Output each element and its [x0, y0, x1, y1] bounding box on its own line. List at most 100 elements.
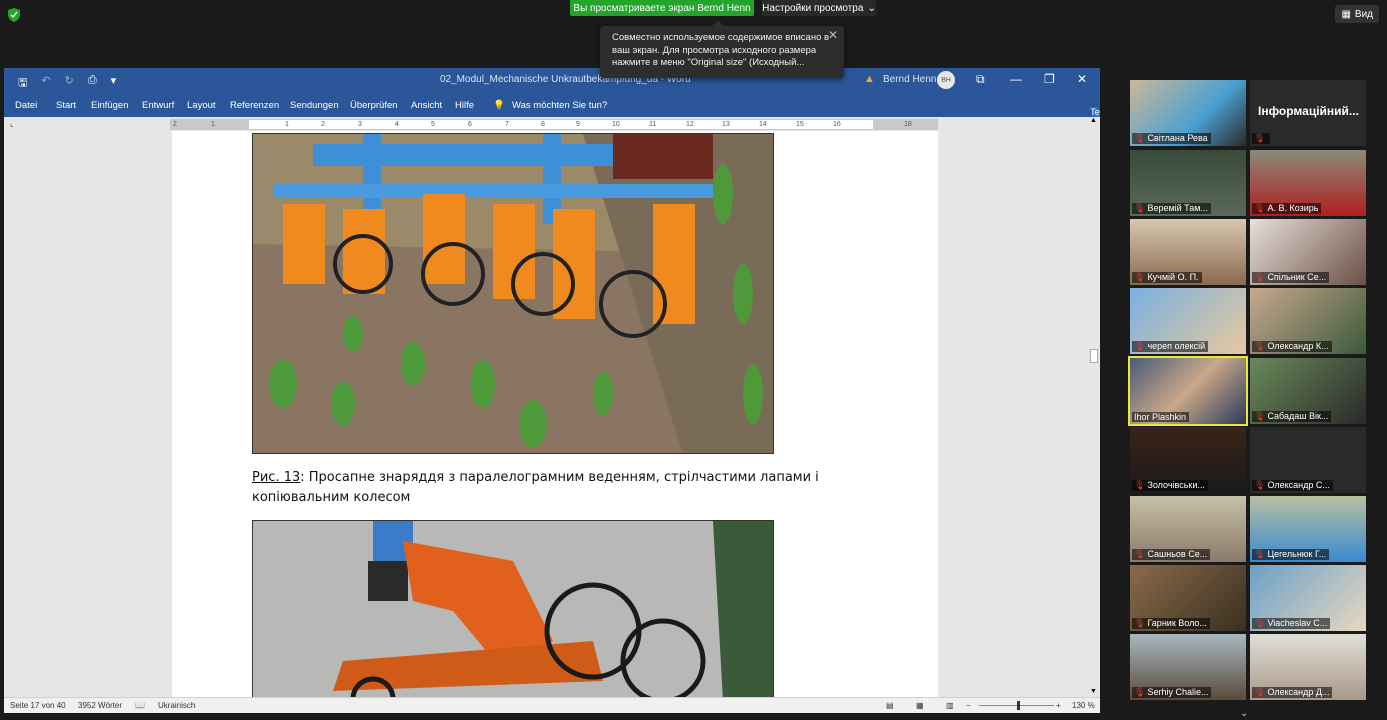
- tab-ueberpruefen[interactable]: Überprüfen: [350, 100, 398, 111]
- muted-mic-icon: 🎙: [1254, 480, 1266, 490]
- avatar[interactable]: BH: [937, 71, 955, 89]
- participant-tile[interactable]: 🎙 А. В. Козирь: [1250, 150, 1366, 216]
- save-icon[interactable]: 🖫: [18, 74, 27, 93]
- tab-layout[interactable]: Layout: [187, 100, 216, 111]
- ruler-number: 15: [796, 121, 804, 128]
- muted-mic-icon: 🎙: [1254, 411, 1266, 421]
- participant-name: 🎙 Кучмій О. П.: [1132, 272, 1202, 283]
- document-page[interactable]: Рис. 13: Просапне знаряддя з паралелогра…: [172, 131, 938, 700]
- word-window: 🖫 ↶ ↻ ⎙ ▾ 02_Modul_Mechanische Unkrautbe…: [4, 68, 1100, 713]
- participant-name: 🎙 Золочівськи...: [1132, 480, 1208, 491]
- tell-me-search[interactable]: Was möchten Sie tun?: [512, 100, 607, 111]
- participant-name: 🎙 Спільник Се...: [1252, 272, 1330, 283]
- tab-selector-icon[interactable]: ⌞: [10, 119, 14, 128]
- participant-tile[interactable]: Інформаційний... 🎙: [1250, 80, 1366, 146]
- close-window-icon[interactable]: ✕: [1077, 72, 1087, 86]
- participant-tile[interactable]: 🎙 Олександр Д...: [1250, 634, 1366, 700]
- tab-hilfe[interactable]: Hilfe: [455, 100, 474, 111]
- participant-tile[interactable]: 🎙 Веремій Там...: [1130, 150, 1246, 216]
- ruler-number: 2: [173, 121, 177, 128]
- participant-tile[interactable]: 🎙 Гарник Воло...: [1130, 565, 1246, 631]
- ruler-number: 1: [285, 121, 289, 128]
- participant-name: 🎙 Сабадаш Вік...: [1252, 411, 1332, 422]
- ruler-number: 13: [722, 121, 730, 128]
- zoom-out-icon[interactable]: −: [966, 701, 971, 710]
- zoom-in-icon[interactable]: +: [1056, 701, 1061, 710]
- participant-name: 🎙 Сашньов Се...: [1132, 549, 1211, 560]
- tab-referenzen[interactable]: Referenzen: [230, 100, 279, 111]
- ruler-number: 7: [505, 121, 509, 128]
- ruler-number: 6: [468, 121, 472, 128]
- minimize-icon[interactable]: —: [1010, 72, 1022, 86]
- participant-name: 🎙 Гарник Воло...: [1132, 618, 1210, 629]
- horizontal-ruler[interactable]: 2 1 1 2 3 4 5 6 7 8 9 10 11 12 13 14 15 …: [170, 119, 938, 130]
- participant-tile[interactable]: 🎙 череп олексій: [1130, 288, 1246, 354]
- tab-entwurf[interactable]: Entwurf: [142, 100, 174, 111]
- word-count[interactable]: 3952 Wörter: [78, 701, 122, 710]
- participant-name: 🎙 Олександр К...: [1252, 341, 1332, 352]
- tab-sendungen[interactable]: Sendungen: [290, 100, 339, 111]
- ruler-number: 4: [395, 121, 399, 128]
- muted-mic-icon: 🎙: [1134, 203, 1146, 213]
- cultivator-field-image: [252, 133, 774, 454]
- zoom-slider-thumb[interactable]: [1017, 701, 1020, 710]
- account-name[interactable]: Bernd Henn: [883, 74, 936, 85]
- participant-tile-active[interactable]: Ihor Plashkin: [1128, 356, 1248, 426]
- participant-tile[interactable]: 🎙 Viacheslav С...: [1250, 565, 1366, 631]
- participant-tile[interactable]: 🎙 Serhiy Chalie...: [1130, 634, 1246, 700]
- ruler-margin-left: [171, 120, 249, 129]
- view-button-label: Вид: [1354, 8, 1373, 20]
- customize-toolbar-icon[interactable]: ▾: [111, 74, 117, 93]
- page-count[interactable]: Seite 17 von 40: [10, 701, 66, 710]
- muted-mic-icon: 🎙: [1134, 341, 1146, 351]
- participant-tile[interactable]: 🎙 Золочівськи...: [1130, 427, 1246, 493]
- tab-einfuegen[interactable]: Einfügen: [91, 100, 129, 111]
- zoom-level[interactable]: 130 %: [1072, 701, 1095, 710]
- ruler-number: 5: [431, 121, 435, 128]
- scroll-thumb[interactable]: [1090, 349, 1098, 363]
- view-button[interactable]: ▦ Вид: [1335, 5, 1379, 23]
- participant-tile[interactable]: 🎙 Світлана Рева: [1130, 80, 1246, 146]
- participant-tile[interactable]: 🎙 Олександр К...: [1250, 288, 1366, 354]
- ruler-number: 10: [612, 121, 620, 128]
- print-preview-icon[interactable]: ⎙: [88, 74, 97, 93]
- read-mode-icon[interactable]: ▤: [886, 701, 894, 710]
- ruler-row: ⌞ 2 1 1 2 3 4 5 6 7 8 9 10 11 12 13 14 1…: [4, 117, 1100, 131]
- proofing-icon[interactable]: 📖: [135, 701, 145, 710]
- muted-mic-icon: 🎙: [1254, 618, 1266, 628]
- vertical-scrollbar[interactable]: ▲ ▼: [1088, 117, 1100, 697]
- maximize-icon[interactable]: ❐: [1044, 72, 1055, 86]
- ruler-number: 14: [759, 121, 767, 128]
- fit-screen-tooltip: Совместно используемое содержимое вписан…: [600, 20, 844, 78]
- web-layout-icon[interactable]: ▥: [946, 701, 954, 710]
- warning-icon[interactable]: ▲: [864, 73, 875, 85]
- print-layout-icon[interactable]: ▦: [916, 701, 924, 710]
- muted-mic-icon: 🎙: [1134, 549, 1146, 559]
- grid-icon: ▦: [1341, 8, 1351, 20]
- participant-tile[interactable]: 🎙 Олександр С...: [1250, 427, 1366, 493]
- close-icon[interactable]: ✕: [828, 29, 838, 42]
- language-indicator[interactable]: Ukrainisch: [158, 701, 195, 710]
- participant-tile[interactable]: 🎙 Спільник Се...: [1250, 219, 1366, 285]
- muted-mic-icon: 🎙: [1254, 272, 1266, 282]
- screen-share-banner: Вы просматриваете экран Bernd Henn: [570, 0, 754, 16]
- redo-icon[interactable]: ↻: [65, 74, 74, 93]
- muted-mic-icon: 🎙: [1134, 480, 1146, 490]
- muted-mic-icon: 🎙: [1134, 272, 1146, 282]
- ruler-number: 8: [541, 121, 545, 128]
- ribbon-display-icon[interactable]: ⧉: [976, 72, 985, 87]
- chevron-down-icon[interactable]: ⌄: [1240, 708, 1248, 719]
- quick-access-toolbar: 🖫 ↶ ↻ ⎙ ▾: [18, 74, 116, 93]
- tab-start[interactable]: Start: [56, 100, 76, 111]
- participant-tile[interactable]: 🎙 Сашньов Се...: [1130, 496, 1246, 562]
- scroll-up-icon[interactable]: ▲: [1090, 117, 1097, 124]
- tab-datei[interactable]: Datei: [15, 100, 37, 111]
- scroll-down-icon[interactable]: ▼: [1090, 688, 1097, 695]
- undo-icon[interactable]: ↶: [41, 74, 50, 93]
- participant-tile[interactable]: 🎙 Сабадаш Вік...: [1250, 358, 1366, 424]
- participant-tile[interactable]: 🎙 Цегельнюк Г...: [1250, 496, 1366, 562]
- tab-ansicht[interactable]: Ansicht: [411, 100, 442, 111]
- muted-mic-icon: 🎙: [1254, 133, 1266, 143]
- participant-tile[interactable]: 🎙 Кучмій О. П.: [1130, 219, 1246, 285]
- view-options-button[interactable]: Настройки просмотра ⌄: [762, 0, 876, 16]
